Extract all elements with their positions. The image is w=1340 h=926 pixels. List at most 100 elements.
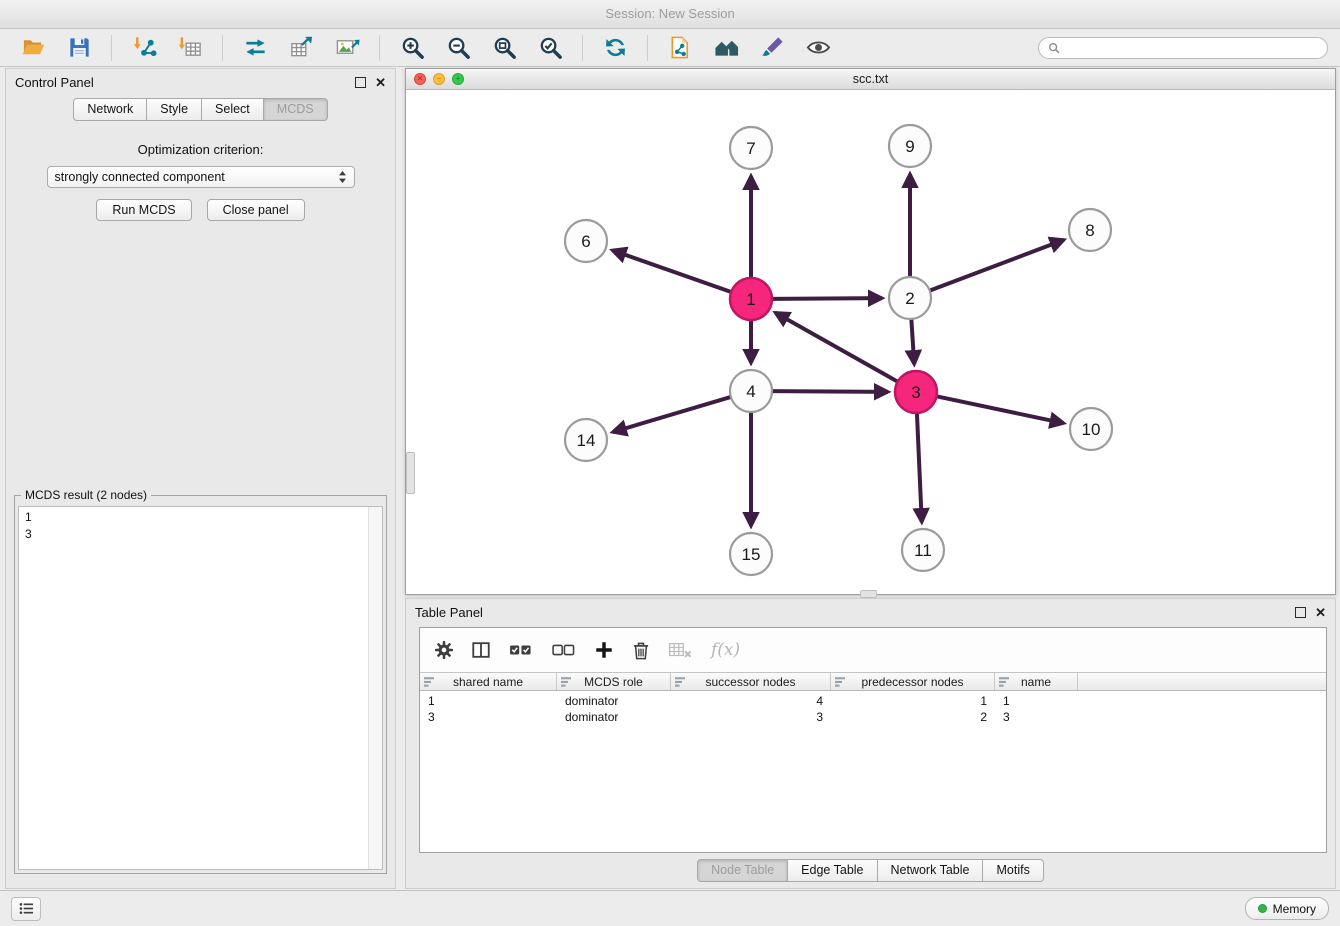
graph-node-11[interactable]: 11 — [902, 529, 944, 571]
save-session-icon[interactable] — [58, 33, 100, 63]
delete-icon[interactable] — [631, 640, 651, 660]
style-brush-icon[interactable] — [751, 33, 793, 63]
search-box[interactable] — [1038, 37, 1328, 59]
search-input[interactable] — [1066, 40, 1318, 56]
table-cell[interactable]: 2 — [831, 710, 995, 724]
table-cell[interactable]: 1 — [831, 694, 995, 708]
column-header-successor-nodes[interactable]: successor nodes — [671, 673, 831, 690]
status-menu-button[interactable] — [11, 897, 41, 921]
columns-icon[interactable] — [471, 640, 491, 660]
graph-node-7[interactable]: 7 — [730, 127, 772, 169]
tab-select[interactable]: Select — [202, 98, 264, 121]
graph-node-8[interactable]: 8 — [1069, 209, 1111, 251]
float-panel-icon[interactable] — [355, 77, 366, 88]
zoom-in-icon[interactable] — [391, 33, 433, 63]
toolbar-separator — [111, 35, 112, 61]
table-cell[interactable]: 4 — [671, 694, 831, 708]
deselect-all-icon[interactable] — [551, 640, 577, 660]
graph-edge-4-3[interactable] — [772, 391, 888, 392]
graph-edge-2-8[interactable] — [930, 240, 1064, 291]
network-arrows-icon[interactable] — [234, 33, 276, 63]
close-window-icon[interactable] — [414, 73, 426, 85]
export-image-icon[interactable] — [326, 33, 368, 63]
graph-edge-1-6[interactable] — [612, 250, 731, 292]
vertical-split-grip[interactable] — [406, 452, 415, 494]
refresh-icon[interactable] — [594, 33, 636, 63]
tab-motifs[interactable]: Motifs — [983, 859, 1043, 882]
mcds-result-title: MCDS result (2 nodes) — [21, 488, 151, 502]
eye-icon[interactable] — [797, 33, 839, 63]
import-network-icon[interactable] — [123, 33, 165, 63]
zoom-selected-icon[interactable] — [529, 33, 571, 63]
table-cell[interactable]: 1 — [995, 694, 1078, 708]
graph-node-9[interactable]: 9 — [889, 125, 931, 167]
table-cell[interactable]: 3 — [995, 710, 1078, 724]
import-table-icon[interactable] — [169, 33, 211, 63]
network-window-titlebar[interactable]: scc.txt — [406, 69, 1335, 90]
tab-edge-table[interactable]: Edge Table — [788, 859, 877, 882]
zoom-fit-icon[interactable] — [483, 33, 525, 63]
graph-node-10[interactable]: 10 — [1070, 408, 1112, 450]
graph-node-4[interactable]: 4 — [730, 370, 772, 412]
horizontal-split-grip[interactable] — [860, 590, 877, 598]
graph-node-6[interactable]: 6 — [565, 220, 607, 262]
column-header-shared-name[interactable]: shared name — [420, 673, 557, 690]
close-panel-button[interactable]: Close panel — [207, 199, 305, 221]
svg-text:15: 15 — [742, 545, 761, 564]
table-cell[interactable]: dominator — [557, 694, 671, 708]
graph-node-14[interactable]: 14 — [565, 419, 607, 461]
tab-network-table[interactable]: Network Table — [878, 859, 984, 882]
zoom-window-icon[interactable] — [452, 73, 464, 85]
table-cell[interactable]: 1 — [420, 694, 557, 708]
select-all-icon[interactable] — [508, 640, 534, 660]
mcds-result-area[interactable]: 13 — [18, 506, 383, 870]
home-icon[interactable] — [705, 33, 747, 63]
close-control-panel-icon[interactable] — [375, 76, 386, 89]
graph-edge-3-10[interactable] — [937, 396, 1064, 423]
result-scrollbar[interactable] — [368, 507, 382, 869]
dropdown-value: strongly connected component — [55, 170, 338, 184]
run-mcds-button[interactable]: Run MCDS — [96, 199, 191, 221]
graph-edge-2-3[interactable] — [911, 319, 914, 364]
column-header-name[interactable]: name — [995, 673, 1078, 690]
column-header-MCDS-role[interactable]: MCDS role — [557, 673, 671, 690]
memory-button[interactable]: Memory — [1245, 897, 1329, 920]
table-cell[interactable]: 3 — [420, 710, 557, 724]
gear-icon[interactable] — [434, 640, 454, 660]
graph-node-15[interactable]: 15 — [730, 533, 772, 575]
network-canvas[interactable]: 7 9 6 8 1 2 4 3 14 10 15 11 — [406, 90, 1335, 594]
float-table-panel-icon[interactable] — [1295, 607, 1306, 618]
minimize-window-icon[interactable] — [433, 73, 445, 85]
table-row[interactable]: 3dominator323 — [420, 709, 1326, 725]
table-panel-title: Table Panel — [415, 605, 1295, 620]
svg-text:7: 7 — [746, 139, 755, 158]
tab-node-table[interactable]: Node Table — [697, 859, 788, 882]
tab-network[interactable]: Network — [73, 98, 147, 121]
column-header-predecessor-nodes[interactable]: predecessor nodes — [831, 673, 995, 690]
graph-node-1[interactable]: 1 — [730, 278, 772, 320]
window-titlebar[interactable]: Session: New Session — [0, 0, 1340, 29]
export-table-icon[interactable] — [280, 33, 322, 63]
tab-mcds[interactable]: MCDS — [264, 98, 328, 121]
graph-edge-4-14[interactable] — [613, 397, 731, 432]
svg-text:8: 8 — [1085, 221, 1094, 240]
column-header-label: name — [1021, 675, 1051, 689]
graph-edge-1-2[interactable] — [772, 298, 882, 299]
graph-edge-3-11[interactable] — [917, 413, 922, 522]
svg-text:3: 3 — [911, 383, 920, 402]
zoom-out-icon[interactable] — [437, 33, 479, 63]
tab-style[interactable]: Style — [147, 98, 202, 121]
close-table-panel-icon[interactable] — [1315, 606, 1326, 619]
open-session-icon[interactable] — [12, 33, 54, 63]
graph-node-3[interactable]: 3 — [895, 371, 937, 413]
optimization-dropdown[interactable]: strongly connected component — [47, 166, 355, 188]
table-cell[interactable]: dominator — [557, 710, 671, 724]
graph-node-2[interactable]: 2 — [889, 277, 931, 319]
status-bar: Memory — [0, 890, 1340, 926]
graph-edge-3-1[interactable] — [775, 313, 897, 382]
table-cell[interactable]: 3 — [671, 710, 831, 724]
add-icon[interactable] — [594, 640, 614, 660]
column-header-label: predecessor nodes — [861, 675, 963, 689]
first-neighbors-icon[interactable] — [659, 33, 701, 63]
table-row[interactable]: 1dominator411 — [420, 693, 1326, 709]
